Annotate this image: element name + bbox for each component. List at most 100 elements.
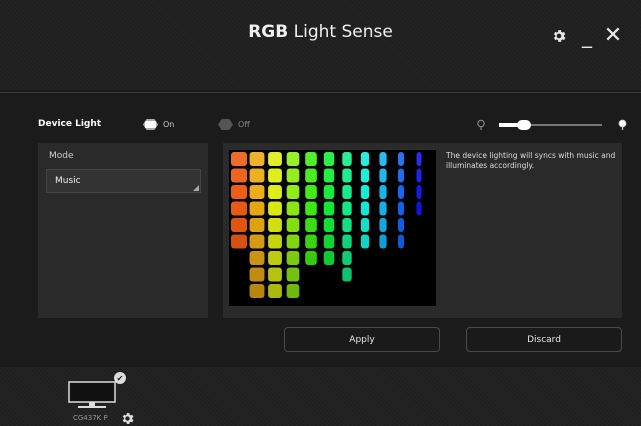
equalizer-cell	[249, 218, 265, 232]
equalizer-cell	[249, 185, 265, 199]
equalizer-cell	[342, 251, 352, 265]
equalizer-cell	[342, 152, 352, 166]
equalizer-cell	[397, 168, 405, 183]
discard-button[interactable]: Discard	[466, 327, 622, 352]
equalizer-cell	[268, 234, 282, 249]
equalizer-cell	[286, 234, 300, 249]
equalizer-cell	[379, 218, 387, 232]
equalizer-cell	[268, 185, 282, 199]
equalizer-cell	[305, 251, 317, 265]
equalizer-cell	[286, 152, 300, 166]
equalizer-cell	[360, 168, 370, 183]
equalizer-cell	[323, 201, 335, 216]
radio-selected-icon	[143, 119, 158, 130]
dropdown-arrow-icon	[193, 185, 199, 191]
equalizer-cell	[379, 168, 387, 183]
monitor-icon[interactable]	[68, 381, 116, 411]
equalizer-cell	[249, 251, 265, 265]
equalizer-cell	[286, 168, 300, 183]
equalizer-cell	[268, 201, 282, 216]
equalizer-cell	[379, 185, 387, 199]
equalizer-cell	[323, 234, 335, 249]
close-icon: ✕	[603, 23, 623, 48]
apply-button[interactable]: Apply	[284, 327, 440, 352]
equalizer-cell	[249, 168, 265, 183]
equalizer-cell	[286, 218, 300, 232]
music-equalizer-preview-image	[229, 150, 436, 306]
equalizer-cell	[286, 251, 300, 265]
equalizer-cell	[342, 218, 352, 232]
equalizer-cell	[268, 284, 282, 298]
equalizer-cell	[249, 284, 265, 298]
equalizer-cell	[305, 168, 317, 183]
equalizer-cell	[305, 234, 317, 249]
equalizer-cell	[360, 218, 370, 232]
equalizer-cell	[249, 234, 265, 249]
equalizer-cell	[323, 218, 335, 232]
equalizer-cell	[360, 185, 370, 199]
equalizer-cell	[249, 267, 265, 282]
brightness-slider[interactable]	[499, 120, 602, 130]
equalizer-cell	[342, 267, 352, 282]
equalizer-cell	[342, 168, 352, 183]
equalizer-cell	[305, 152, 317, 166]
equalizer-cell	[231, 185, 247, 199]
equalizer-cell	[249, 201, 265, 216]
equalizer-cell	[249, 152, 265, 166]
app-title-brand: RGB	[248, 22, 289, 42]
app-title-text: Light Sense	[288, 22, 393, 42]
equalizer-cell	[323, 168, 335, 183]
equalizer-cell	[342, 234, 352, 249]
equalizer-cell	[323, 251, 335, 265]
mode-selected-value: Music	[55, 176, 81, 186]
equalizer-cell	[286, 185, 300, 199]
slider-thumb[interactable]	[516, 120, 531, 130]
mode-description: The device lighting will syncs with musi…	[446, 151, 616, 170]
equalizer-cell	[397, 185, 405, 199]
equalizer-cell	[231, 201, 247, 216]
equalizer-cell	[305, 201, 317, 216]
title-bar	[0, 0, 641, 90]
minimize-button[interactable]: _	[578, 24, 596, 48]
gear-icon	[553, 30, 566, 42]
equalizer-cell	[416, 168, 422, 183]
equalizer-cell	[231, 152, 247, 166]
settings-button[interactable]	[548, 24, 570, 48]
equalizer-cell	[379, 201, 387, 216]
equalizer-cell	[342, 185, 352, 199]
close-button[interactable]: ✕	[602, 24, 624, 48]
device-light-off-radio[interactable]: Off	[218, 119, 250, 130]
equalizer-cell	[397, 201, 405, 216]
equalizer-cell	[416, 185, 422, 199]
device-settings-button[interactable]	[120, 411, 135, 426]
equalizer-cell	[268, 168, 282, 183]
check-icon: ✔	[114, 372, 126, 384]
equalizer-cell	[231, 234, 247, 249]
equalizer-cell	[379, 152, 387, 166]
minimize-icon: _	[582, 24, 592, 48]
mode-label: Mode	[49, 151, 74, 161]
device-name: CG437K P	[73, 414, 108, 422]
radio-unselected-icon	[218, 119, 233, 130]
equalizer-cell	[286, 201, 300, 216]
gear-icon	[122, 413, 134, 424]
equalizer-cell	[360, 234, 370, 249]
equalizer-cell	[305, 218, 317, 232]
brightness-low-icon	[477, 119, 485, 130]
equalizer-cell	[397, 218, 405, 232]
equalizer-cell	[231, 218, 247, 232]
brightness-high-icon	[618, 119, 627, 130]
equalizer-cell	[360, 152, 370, 166]
equalizer-cell	[268, 218, 282, 232]
app-title: RGB Light Sense	[0, 22, 641, 42]
device-light-label: Device Light	[38, 119, 102, 129]
equalizer-cell	[268, 251, 282, 265]
device-light-on-radio[interactable]: On	[143, 119, 174, 130]
on-label: On	[163, 120, 175, 129]
mode-dropdown[interactable]: Music	[46, 169, 201, 193]
equalizer-cell	[416, 201, 422, 216]
equalizer-cell	[286, 267, 300, 282]
equalizer-cell	[286, 284, 300, 298]
equalizer-cell	[305, 185, 317, 199]
equalizer-cell	[360, 201, 370, 216]
